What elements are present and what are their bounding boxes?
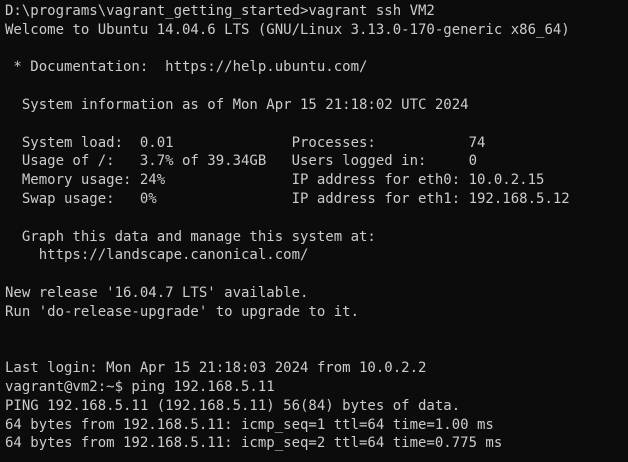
- terminal-line: New release '16.04.7 LTS' available.: [5, 284, 309, 301]
- terminal-line: D:\programs\vagrant_getting_started>vagr…: [5, 3, 435, 19]
- terminal-line: Swap usage: 0% IP address for eth1: 192.…: [5, 190, 570, 207]
- terminal-line: PING 192.168.5.11 (192.168.5.11) 56(84) …: [5, 397, 461, 414]
- terminal-line: Last login: Mon Apr 15 21:18:03 2024 fro…: [5, 360, 427, 377]
- terminal-line: * Documentation: https://help.ubuntu.com…: [5, 59, 368, 76]
- terminal-line: 64 bytes from 192.168.5.11: icmp_seq=2 t…: [5, 435, 503, 452]
- terminal-line: Memory usage: 24% IP address for eth0: 1…: [5, 172, 545, 189]
- terminal-line: Run 'do-release-upgrade' to upgrade to i…: [5, 303, 360, 320]
- terminal-line: Welcome to Ubuntu 14.04.6 LTS (GNU/Linux…: [5, 21, 570, 38]
- terminal-output[interactable]: D:\programs\vagrant_getting_started>vagr…: [0, 0, 628, 462]
- terminal-line: 64 bytes from 192.168.5.11: icmp_seq=1 t…: [5, 416, 494, 433]
- terminal-line: System load: 0.01 Processes: 74: [5, 134, 486, 151]
- terminal-line: https://landscape.canonical.com/: [5, 247, 309, 264]
- terminal-line: Graph this data and manage this system a…: [5, 228, 376, 245]
- terminal-prompt-line: vagrant@vm2:~$ ping 192.168.5.11: [5, 378, 275, 395]
- terminal-line: System information as of Mon Apr 15 21:1…: [5, 96, 469, 113]
- terminal-line: Usage of /: 3.7% of 39.34GB Users logged…: [5, 153, 478, 170]
